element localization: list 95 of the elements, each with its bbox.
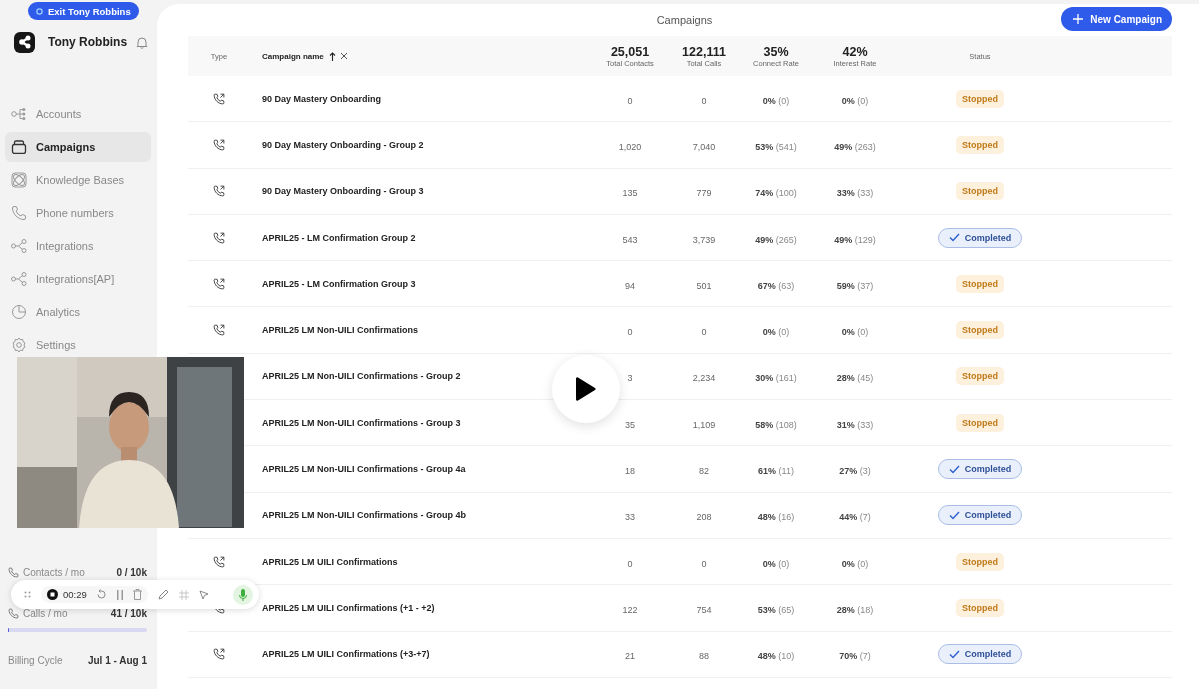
contacts-cell: 122 bbox=[622, 604, 638, 615]
status-badge: Stopped bbox=[956, 598, 1004, 617]
connect-rate-cell: 67% (63) bbox=[757, 280, 795, 291]
column-total: 122,111 bbox=[682, 44, 726, 59]
status-badge: Completed bbox=[937, 227, 1023, 248]
campaign-name[interactable]: APRIL25 LM UILI Confirmations (+3-+7) bbox=[262, 649, 430, 660]
status-badge: Stopped bbox=[956, 552, 1004, 571]
contacts-cell: 94 bbox=[625, 280, 635, 291]
contacts-cell: 135 bbox=[622, 188, 638, 199]
interest-rate-cell: 27% (3) bbox=[839, 466, 871, 476]
interest-rate-cell: 28% (45) bbox=[836, 373, 874, 384]
interest-rate-cell: 44% (7) bbox=[839, 512, 871, 523]
contacts-cell: 543 bbox=[622, 234, 638, 245]
interest-rate-cell: 0% (0) bbox=[841, 558, 869, 569]
contacts-cell: 0 bbox=[627, 95, 633, 106]
calls-cell: 0 bbox=[701, 327, 707, 338]
account-name: Tony Robbins bbox=[48, 35, 128, 49]
calls-cell: 0 bbox=[701, 558, 707, 569]
connect-rate-cell: 58% (108) bbox=[755, 419, 797, 430]
calls-cell: 88 bbox=[699, 651, 709, 662]
exit-account-button[interactable]: Exit Tony Robbins bbox=[28, 2, 139, 20]
connect-rate-cell: 48% (16) bbox=[757, 512, 795, 523]
usage-label: Calls / mo bbox=[23, 607, 68, 619]
usage-reading: 0 / 10k bbox=[116, 566, 147, 578]
sidebar-item[interactable]: Campaigns bbox=[5, 132, 151, 162]
campaign-name[interactable]: APRIL25 LM Non-UILI Confirmations bbox=[262, 325, 418, 336]
calls-cell: 208 bbox=[696, 512, 712, 523]
contacts-cell: 33 bbox=[625, 512, 635, 523]
status-badge: Stopped bbox=[956, 367, 1004, 386]
status-badge: Completed bbox=[937, 459, 1023, 479]
interest-rate-cell: 70% (7) bbox=[839, 651, 871, 662]
billing-value: Jul 1 - Aug 1 bbox=[87, 654, 147, 666]
column-total: 35% bbox=[763, 44, 789, 59]
campaign-name[interactable]: APRIL25 LM Non-UILI Confirmations - Group 3 bbox=[262, 417, 461, 428]
interest-rate-cell: 59% (37) bbox=[836, 280, 874, 291]
recording-timer: 00:29 bbox=[63, 589, 87, 600]
status-badge: Stopped bbox=[956, 274, 1004, 293]
calls-cell: 0 bbox=[701, 95, 707, 106]
calls-cell: 501 bbox=[696, 280, 712, 291]
campaign-name[interactable]: 90 Day Mastery Onboarding - Group 2 bbox=[262, 139, 424, 150]
usage-label: Contacts / mo bbox=[23, 566, 85, 578]
status-badge: Stopped bbox=[956, 135, 1004, 154]
calls-cell: 779 bbox=[696, 188, 712, 199]
contacts-cell: 35 bbox=[625, 419, 635, 430]
connect-rate-cell: 0% (0) bbox=[762, 327, 790, 338]
connect-rate-cell: 0% (0) bbox=[762, 558, 790, 569]
campaign-name[interactable]: APRIL25 LM UILI Confirmations (+1 - +2) bbox=[262, 602, 435, 613]
campaign-name[interactable]: APRIL25 LM Non-UILI Confirmations - Group 4a bbox=[262, 464, 466, 474]
page-title: Campaigns bbox=[656, 14, 713, 26]
interest-rate-cell: 49% (129) bbox=[834, 234, 876, 245]
campaign-name[interactable]: 90 Day Mastery Onboarding bbox=[262, 93, 382, 104]
campaign-name[interactable]: 90 Day Mastery Onboarding - Group 3 bbox=[262, 186, 424, 197]
calls-cell: 2,234 bbox=[692, 373, 716, 384]
connect-rate-cell: 48% (10) bbox=[757, 651, 795, 662]
calls-cell: 754 bbox=[696, 604, 712, 615]
connect-rate-cell: 30% (161) bbox=[755, 373, 797, 384]
contacts-cell: 0 bbox=[627, 558, 633, 569]
calls-cell: 82 bbox=[699, 466, 709, 476]
column-header[interactable]: Campaign name bbox=[262, 51, 324, 61]
connect-rate-cell: 53% (541) bbox=[755, 141, 797, 152]
connect-rate-cell: 53% (65) bbox=[757, 604, 795, 615]
calls-cell: 3,739 bbox=[692, 234, 716, 245]
campaign-name[interactable]: APRIL25 LM Non-UILI Confirmations - Group 2 bbox=[262, 371, 461, 382]
interest-rate-cell: 0% (0) bbox=[841, 95, 869, 106]
column-total: 25,051 bbox=[610, 44, 650, 59]
contacts-cell: 21 bbox=[625, 651, 635, 662]
contacts-cell: 0 bbox=[627, 327, 633, 338]
column-total: 42% bbox=[842, 44, 868, 59]
campaign-name[interactable]: APRIL25 LM UILI Confirmations bbox=[262, 556, 398, 567]
connect-rate-cell: 49% (265) bbox=[755, 234, 797, 245]
connect-rate-cell: 61% (11) bbox=[758, 466, 794, 476]
interest-rate-cell: 33% (33) bbox=[836, 188, 874, 199]
status-badge: Stopped bbox=[956, 182, 1004, 201]
connect-rate-cell: 0% (0) bbox=[762, 95, 790, 106]
contacts-cell: 1,020 bbox=[618, 141, 642, 152]
calls-cell: 7,040 bbox=[692, 141, 716, 152]
interest-rate-cell: 49% (263) bbox=[834, 141, 876, 152]
status-badge: Stopped bbox=[956, 89, 1004, 108]
status-badge: Stopped bbox=[956, 413, 1004, 432]
status-badge: Completed bbox=[937, 644, 1023, 665]
interest-rate-cell: 31% (33) bbox=[836, 419, 874, 430]
interest-rate-cell: 28% (18) bbox=[836, 604, 874, 615]
new-campaign-button[interactable]: New Campaign bbox=[1061, 7, 1172, 31]
usage-reading: 41 / 10k bbox=[110, 607, 147, 619]
connect-rate-cell: 74% (100) bbox=[755, 188, 797, 199]
calls-cell: 1,109 bbox=[692, 419, 716, 430]
campaign-name[interactable]: APRIL25 - LM Confirmation Group 2 bbox=[262, 232, 416, 243]
campaign-name[interactable]: APRIL25 LM Non-UILI Confirmations - Group 4b bbox=[262, 510, 466, 521]
status-badge: Completed bbox=[937, 505, 1023, 526]
contacts-cell: 18 bbox=[625, 466, 635, 476]
contacts-cell: 3 bbox=[627, 373, 633, 384]
campaign-name[interactable]: APRIL25 - LM Confirmation Group 3 bbox=[262, 278, 416, 289]
status-badge: Stopped bbox=[956, 321, 1004, 340]
billing-label: Billing Cycle bbox=[8, 654, 63, 666]
interest-rate-cell: 0% (0) bbox=[841, 327, 869, 338]
